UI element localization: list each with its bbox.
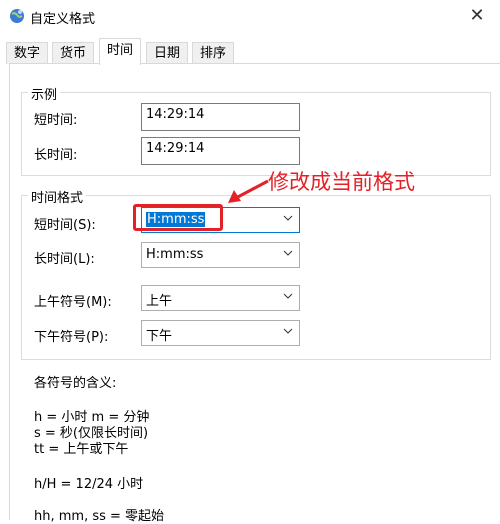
pm-symbol-value: 下午	[146, 329, 173, 344]
chevron-down-icon	[283, 215, 293, 221]
short-time-format-label: 短时间(S):	[34, 218, 96, 233]
window-title: 自定义格式	[30, 12, 96, 27]
close-button[interactable]: ✕	[454, 0, 500, 33]
tab-sort[interactable]: 排序	[192, 42, 235, 64]
annotation-text: 修改成当前格式	[268, 170, 415, 194]
am-symbol-value: 上午	[146, 294, 173, 309]
long-time-example-label: 长时间:	[34, 148, 78, 163]
long-time-example-value: 14:29:14	[146, 141, 205, 156]
tab-strip: 数字 货币 时间 日期 排序	[0, 38, 500, 65]
example-legend: 示例	[28, 84, 61, 103]
am-symbol-combo[interactable]: 上午	[141, 285, 300, 311]
tab-time[interactable]: 时间	[99, 38, 142, 65]
short-time-example-label: 短时间:	[34, 113, 78, 128]
annotation-highlight-box	[133, 204, 223, 231]
chevron-down-icon	[283, 250, 293, 256]
long-time-format-value: H:mm:ss	[146, 247, 204, 262]
notes-heading: 各符号的含义:	[34, 376, 117, 391]
long-time-format-label: 长时间(L):	[34, 252, 95, 267]
long-time-example-field: 14:29:14	[141, 137, 300, 165]
tab-date[interactable]: 日期	[146, 42, 189, 64]
notes-line-ampm: tt = 上午或下午	[34, 442, 129, 457]
title-bar: 自定义格式 ✕	[0, 0, 500, 33]
tab-currency[interactable]: 货币	[52, 42, 95, 64]
region-settings-icon	[10, 9, 24, 23]
annotation-arrow-icon	[228, 179, 269, 203]
time-format-legend: 时间格式	[28, 187, 87, 206]
chevron-down-icon	[283, 293, 293, 299]
notes-line-leading-zero: hh, mm, ss = 零起始	[34, 509, 165, 524]
notes-line-12-24: h/H = 12/24 小时	[34, 477, 144, 492]
long-time-format-combo[interactable]: H:mm:ss	[141, 242, 300, 268]
am-symbol-label: 上午符号(M):	[34, 295, 112, 310]
pm-symbol-label: 下午符号(P):	[34, 330, 109, 345]
chevron-down-icon	[283, 328, 293, 334]
tab-number[interactable]: 数字	[6, 42, 49, 64]
pm-symbol-combo[interactable]: 下午	[141, 320, 300, 346]
short-time-example-field: 14:29:14	[141, 103, 300, 131]
short-time-example-value: 14:29:14	[146, 107, 205, 122]
